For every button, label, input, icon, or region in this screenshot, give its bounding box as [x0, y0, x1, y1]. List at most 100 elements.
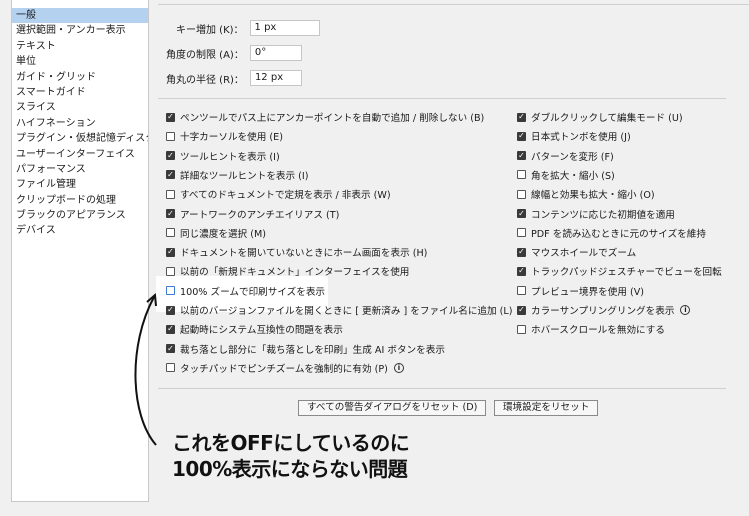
- sidebar-item[interactable]: プラグイン・仮想記憶ディスク: [12, 131, 148, 146]
- option-label: 線幅と効果も拡大・縮小 (O): [531, 190, 655, 202]
- option-checkbox-row[interactable]: 角を拡大・縮小 (S): [517, 167, 615, 183]
- option-checkbox-row[interactable]: ダブルクリックして編集モード (U): [517, 109, 683, 125]
- option-checkbox-row[interactable]: コンテンツに応じた初期値を適用: [517, 206, 675, 222]
- option-checkbox-row[interactable]: ドキュメントを開いていないときにホーム画面を表示 (H): [166, 244, 427, 260]
- option-checkbox-row[interactable]: アートワークのアンチエイリアス (T): [166, 206, 339, 222]
- sidebar-item[interactable]: クリップボードの処理: [12, 193, 148, 208]
- option-label: コンテンツに応じた初期値を適用: [531, 209, 675, 221]
- option-label: トラックパッドジェスチャーでビューを回転: [531, 267, 722, 279]
- option-checkbox-row[interactable]: 十字カーソルを使用 (E): [166, 128, 283, 144]
- option-label: ダブルクリックして編集モード (U): [531, 113, 683, 124]
- option-label: パターンを変形 (F): [531, 151, 614, 163]
- option-label: 十字カーソルを使用 (E): [180, 132, 283, 144]
- option-checkbox-row[interactable]: マウスホイールでズーム: [517, 244, 636, 260]
- option-label: 100% ズームで印刷サイズを表示: [180, 286, 326, 298]
- option-label: 角を拡大・縮小 (S): [531, 170, 615, 182]
- option-label: 以前の「新規ドキュメント」インターフェイスを使用: [180, 267, 410, 279]
- option-checkbox-row[interactable]: パターンを変形 (F): [517, 148, 614, 164]
- option-checkbox-row[interactable]: すべてのドキュメントで定規を表示 / 非表示 (W): [166, 186, 391, 202]
- option-label: 日本式トンボを使用 (J): [531, 132, 631, 144]
- corner-radius-input[interactable]: 12 px: [249, 70, 302, 86]
- checkbox-checked[interactable]: [517, 247, 526, 257]
- option-label: ドキュメントを開いていないときにホーム画面を表示 (H): [180, 248, 428, 260]
- checkbox-unchecked[interactable]: [517, 286, 526, 296]
- option-label: PDF を読み込むときに元のサイズを維持: [531, 228, 706, 240]
- option-label: 起動時にシステム互換性の問題を表示: [180, 325, 343, 337]
- option-checkbox-row[interactable]: PDF を読み込むときに元のサイズを維持: [517, 225, 706, 241]
- option-checkbox-row[interactable]: カラーサンプリングリングを表示 i: [517, 302, 691, 318]
- option-label: タッチパッドでピンチズームを強制的に有効 (P): [180, 363, 388, 375]
- option-label: 以前のバージョンファイルを開くときに [ 更新済み ] をファイル名に追加 (L…: [180, 306, 513, 317]
- constrain-angle-input[interactable]: 0°: [249, 45, 302, 61]
- option-checkbox-row[interactable]: タッチパッドでピンチズームを強制的に有効 (P) i: [166, 360, 404, 376]
- info-icon[interactable]: i: [680, 305, 691, 315]
- option-label: プレビュー境界を使用 (V): [531, 286, 645, 298]
- option-checkbox-row[interactable]: 以前の「新規ドキュメント」インターフェイスを使用: [166, 263, 409, 279]
- reset-warnings-button[interactable]: すべての警告ダイアログをリセット (D): [298, 400, 487, 416]
- option-checkbox-row[interactable]: ペンツールでパス上にアンカーポイントを自動で追加 / 削除しない (B): [166, 109, 484, 125]
- annotation-line-1: これをOFFにしているのに: [172, 431, 410, 455]
- sidebar-item[interactable]: 単位: [12, 54, 148, 69]
- sidebar-item[interactable]: ブラックのアピアランス: [12, 208, 148, 223]
- option-label: アートワークのアンチエイリアス (T): [180, 209, 340, 221]
- sidebar-item[interactable]: テキスト: [12, 39, 148, 54]
- sidebar-item[interactable]: スライス: [12, 100, 148, 115]
- reset-preferences-button[interactable]: 環境設定をリセット: [494, 400, 599, 416]
- sidebar-item[interactable]: 一般: [12, 8, 148, 24]
- key-increment-label: キー増加 (K)：: [176, 24, 244, 36]
- key-increment-input[interactable]: 1 px: [249, 20, 320, 36]
- option-label: 裁ち落とし部分に「裁ち落としを印刷」生成 AI ボタンを表示: [180, 344, 445, 356]
- annotation-arrow: [134, 292, 157, 446]
- sidebar-item[interactable]: 選択範囲・アンカー表示: [12, 23, 148, 38]
- top-divider: [158, 4, 749, 5]
- checkbox-unchecked[interactable]: [517, 228, 526, 238]
- checkbox-checked[interactable]: [517, 112, 526, 122]
- corner-radius-label: 角丸の半径 (R)：: [166, 74, 244, 86]
- checkbox-unchecked[interactable]: [166, 131, 175, 141]
- checkbox-checked[interactable]: [166, 112, 175, 122]
- sidebar-item[interactable]: パフォーマンス: [12, 162, 148, 177]
- checkbox-unchecked[interactable]: [166, 266, 175, 276]
- option-checkbox-row[interactable]: 以前のバージョンファイルを開くときに [ 更新済み ] をファイル名に追加 (L…: [166, 302, 513, 318]
- checkbox-unchecked[interactable]: [517, 324, 526, 334]
- option-checkbox-row[interactable]: ツールヒントを表示 (I): [166, 148, 280, 164]
- checkbox-checked[interactable]: [166, 209, 175, 218]
- sidebar-item[interactable]: ガイド・グリッド: [12, 70, 148, 85]
- option-label: ホバースクロールを無効にする: [531, 325, 665, 337]
- checkbox-unchecked[interactable]: [517, 189, 526, 199]
- checkbox-checked[interactable]: [166, 247, 175, 257]
- checkbox-checked[interactable]: [517, 266, 526, 276]
- option-checkbox-row[interactable]: 100% ズームで印刷サイズを表示: [166, 283, 325, 299]
- option-checkbox-row[interactable]: 詳細なツールヒントを表示 (I): [166, 167, 309, 183]
- checkbox-unchecked[interactable]: [166, 189, 175, 199]
- checkbox-unchecked[interactable]: [517, 170, 526, 180]
- option-checkbox-row[interactable]: 線幅と効果も拡大・縮小 (O): [517, 186, 655, 202]
- option-checkbox-row[interactable]: プレビュー境界を使用 (V): [517, 283, 644, 299]
- sidebar-item[interactable]: ハイフネーション: [12, 116, 148, 131]
- checkbox-checked[interactable]: [166, 170, 175, 180]
- sidebar-item[interactable]: デバイス: [12, 223, 148, 238]
- option-checkbox-row[interactable]: トラックパッドジェスチャーでビューを回転: [517, 263, 722, 279]
- checkbox-checked[interactable]: [517, 305, 526, 315]
- option-checkbox-row[interactable]: 日本式トンボを使用 (J): [517, 128, 631, 144]
- option-label: すべてのドキュメントで定規を表示 / 非表示 (W): [180, 190, 391, 202]
- option-checkbox-row[interactable]: 裁ち落とし部分に「裁ち落としを印刷」生成 AI ボタンを表示: [166, 341, 445, 357]
- option-checkbox-row[interactable]: 同じ濃度を選択 (M): [166, 225, 266, 241]
- option-label: マウスホイールでズーム: [531, 248, 637, 260]
- checkbox-checked[interactable]: [166, 151, 175, 161]
- checkbox-checked[interactable]: [517, 151, 526, 161]
- option-label: 詳細なツールヒントを表示 (I): [180, 170, 309, 182]
- option-checkbox-row[interactable]: 起動時にシステム互換性の問題を表示: [166, 321, 343, 337]
- option-label: ツールヒントを表示 (I): [180, 151, 280, 163]
- sidebar-item[interactable]: スマートガイド: [12, 85, 148, 100]
- section-divider-bottom: [158, 388, 726, 389]
- checkbox-checked[interactable]: [517, 209, 526, 218]
- sidebar-item[interactable]: ファイル管理: [12, 177, 148, 192]
- info-icon[interactable]: i: [393, 362, 404, 373]
- checkbox-checked[interactable]: [517, 131, 526, 141]
- option-label: カラーサンプリングリングを表示: [531, 306, 675, 317]
- annotation-line-2: 100%表示にならない問題: [172, 457, 408, 481]
- option-checkbox-row[interactable]: ホバースクロールを無効にする: [517, 321, 665, 337]
- sidebar-item[interactable]: ユーザーインターフェイス: [12, 147, 148, 162]
- checkbox-unchecked[interactable]: [166, 228, 175, 238]
